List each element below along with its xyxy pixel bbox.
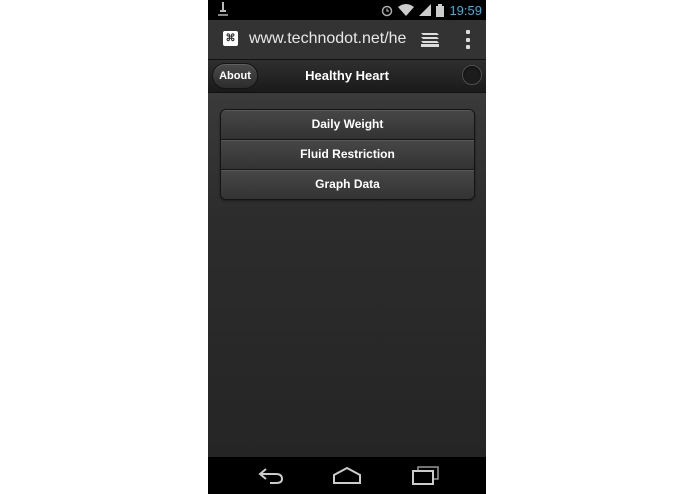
graph-data-button[interactable]: Graph Data: [221, 170, 474, 199]
browser-url-bar: ⌘ www.technodot.net/heart: [208, 20, 486, 59]
url-field[interactable]: www.technodot.net/heart: [249, 30, 407, 50]
loading-indicator-icon: [462, 65, 482, 85]
daily-weight-button[interactable]: Daily Weight: [221, 110, 474, 140]
clock: 19:59: [449, 2, 482, 18]
fluid-restriction-button[interactable]: Fluid Restriction: [221, 140, 474, 170]
home-icon[interactable]: [332, 465, 362, 485]
signal-icon: [419, 4, 432, 16]
battery-icon: [436, 3, 445, 17]
system-nav-bar: [208, 457, 486, 494]
recent-apps-icon[interactable]: [410, 465, 440, 485]
wifi-icon: [398, 4, 415, 16]
back-icon[interactable]: [256, 465, 286, 485]
about-button[interactable]: About: [212, 63, 258, 89]
notification-icon: [218, 2, 228, 16]
phone-screen: 19:59 ⌘ www.technodot.net/heart About He…: [208, 0, 486, 494]
main-content: Daily Weight Fluid Restriction Graph Dat…: [208, 93, 486, 457]
tabs-icon[interactable]: [420, 31, 440, 47]
app-header: About Healthy Heart: [208, 59, 486, 93]
menu-list: Daily Weight Fluid Restriction Graph Dat…: [220, 109, 475, 200]
overflow-menu-icon[interactable]: [465, 30, 470, 49]
status-bar: 19:59: [208, 0, 486, 20]
page-title: Healthy Heart: [305, 68, 389, 83]
alarm-icon: [382, 5, 393, 16]
site-icon[interactable]: ⌘: [223, 31, 238, 46]
